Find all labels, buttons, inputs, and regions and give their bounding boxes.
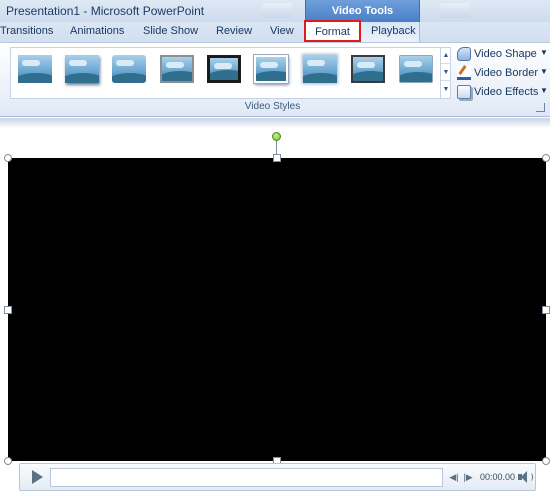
window-title: Presentation1 - Microsoft PowerPoint [6, 4, 205, 18]
video-player-bar: ◀| |▶ 00:00.00 [19, 463, 536, 491]
video-shape-button[interactable]: Video Shape ▼ [457, 45, 550, 63]
play-icon[interactable] [28, 468, 46, 486]
chevron-down-icon: ▼ [540, 86, 548, 95]
step-back-icon[interactable]: ◀| [448, 471, 460, 483]
video-shape-label: Video Shape [474, 48, 537, 60]
video-effects-label: Video Effects [474, 86, 539, 98]
step-forward-icon[interactable]: |▶ [462, 471, 474, 483]
ribbon-tabs: Transitions Animations Slide Show Review… [0, 22, 550, 42]
video-style-thumbnail-9[interactable] [399, 55, 433, 83]
video-style-thumbnail-5[interactable] [207, 55, 241, 83]
down-arrow-icon[interactable]: ▼ [441, 64, 451, 81]
tab-animations[interactable]: Animations [70, 25, 124, 37]
contextual-tab-group-header: Video Tools [305, 0, 420, 22]
rotate-handle[interactable] [272, 132, 281, 141]
video-border-label: Video Border [474, 67, 539, 79]
video-border-button[interactable]: Video Border ▼ [457, 64, 550, 82]
title-bar-right-area [440, 3, 470, 18]
video-style-thumbnail-1[interactable] [18, 55, 52, 83]
video-style-thumbnail-4[interactable] [160, 55, 194, 83]
video-style-thumbnail-8[interactable] [350, 54, 386, 84]
video-border-icon [457, 66, 471, 80]
video-effects-button[interactable]: Video Effects ▼ [457, 83, 550, 101]
ruler-shadow [0, 118, 550, 128]
group-label-video-styles: Video Styles [244, 101, 301, 112]
resize-handle-right[interactable] [542, 306, 550, 314]
video-placeholder[interactable] [8, 158, 546, 461]
tab-review[interactable]: Review [216, 25, 252, 37]
tab-slide-show[interactable]: Slide Show [143, 25, 198, 37]
tab-playback[interactable]: Playback [371, 25, 416, 37]
resize-handle-bottom-right[interactable] [542, 457, 550, 465]
video-style-thumbnail-7[interactable] [303, 55, 337, 83]
resize-handle-top-right[interactable] [542, 154, 550, 162]
up-arrow-icon[interactable]: ▲ [441, 47, 451, 64]
volume-icon[interactable] [518, 470, 533, 484]
chevron-down-icon: ▼ [540, 48, 548, 57]
chevron-down-icon: ▼ [540, 67, 548, 76]
playback-time: 00:00.00 [480, 472, 516, 482]
video-style-thumbnail-3[interactable] [112, 55, 146, 83]
video-style-thumbnail-2[interactable] [65, 55, 99, 83]
video-effects-icon [457, 85, 471, 99]
resize-handle-left[interactable] [4, 306, 12, 314]
resize-handle-bottom-left[interactable] [4, 457, 12, 465]
gallery-scrollbar: ▲ ▼ ▼ [440, 47, 451, 99]
title-bar-controls-area [262, 3, 292, 18]
video-shape-icon [457, 47, 471, 61]
video-styles-gallery: ▲ ▼ ▼ [10, 47, 451, 99]
tab-format[interactable]: Format [304, 20, 361, 42]
resize-handle-top-left[interactable] [4, 154, 12, 162]
tab-view[interactable]: View [270, 25, 294, 37]
video-style-thumbnail-6[interactable] [254, 55, 288, 83]
tab-format-label: Format [315, 26, 350, 38]
timeline-track[interactable] [50, 468, 443, 487]
more-icon[interactable]: ▼ [441, 81, 451, 98]
title-bar: Presentation1 - Microsoft PowerPoint Vid… [0, 0, 550, 22]
contextual-tab-group-label: Video Tools [331, 5, 394, 17]
ribbon-format: ▲ ▼ ▼ Video Shape ▼ Video Border ▼ Video… [0, 42, 550, 117]
resize-handle-top[interactable] [273, 154, 281, 162]
tab-transitions[interactable]: Transitions [0, 25, 53, 37]
dialog-launcher-icon[interactable] [536, 103, 545, 112]
